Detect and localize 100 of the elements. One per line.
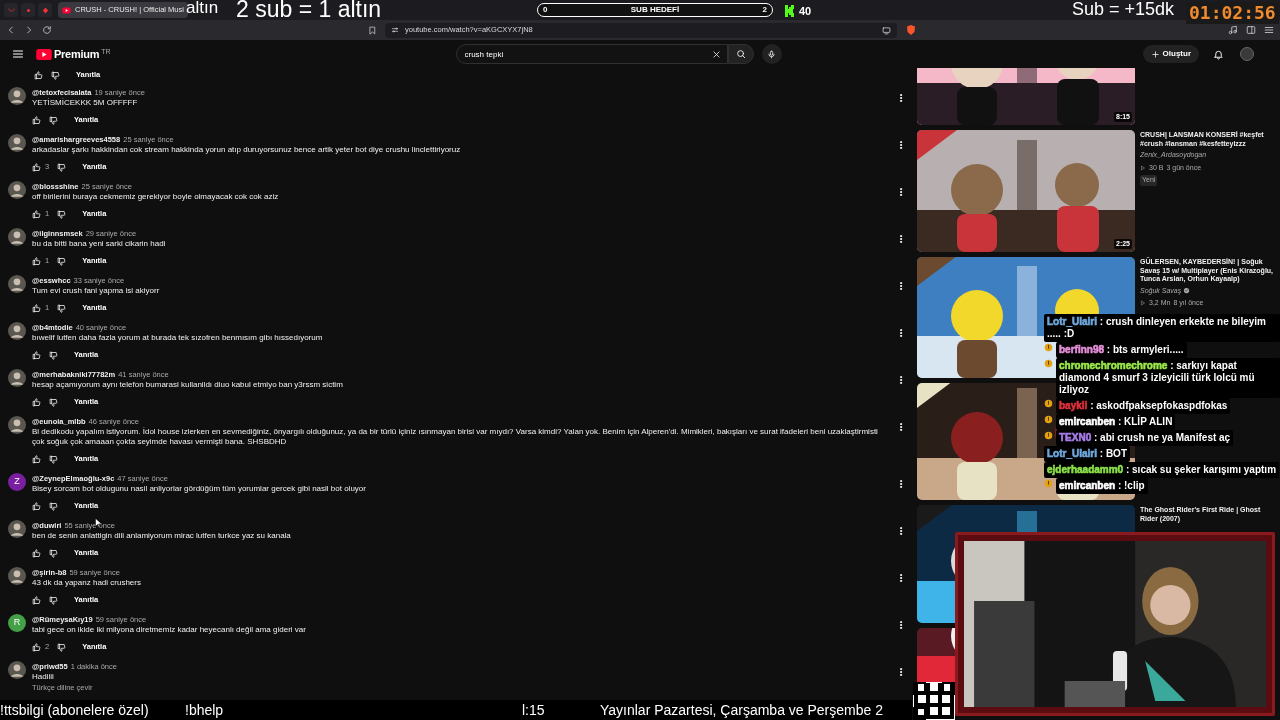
avatar [8, 661, 26, 679]
dislike-icon[interactable] [49, 548, 58, 558]
sidebar-icon[interactable] [1246, 25, 1256, 35]
dislike-icon[interactable] [51, 70, 60, 80]
cast-icon[interactable] [882, 25, 891, 35]
comment-text: hesap açamıyorum aynı telefon bumarasi kullanildı diuo kabul etmiyo ban y3rssm sictim [32, 380, 344, 390]
comment-text: bıwelif lutfen daha fazla yorum at burada tek sızofren benmısım gibı hıssedıyorum [32, 333, 324, 343]
avatar [8, 567, 26, 585]
dislike-icon[interactable] [49, 397, 58, 407]
chat-message: berfinn98 : bts armyleri..... [1056, 342, 1187, 358]
comment-text: Bisey sorcam bot oldugunu nasil anliyorlar gördüğüm tüm yorumlar gercek gibi nasil bot oluyor [32, 484, 367, 494]
goal-label: SUB HEDEFİ [630, 4, 680, 16]
plus-icon [1150, 49, 1160, 59]
search-icon [735, 49, 746, 59]
play-icon [1140, 164, 1146, 171]
dislike-icon[interactable] [57, 162, 67, 172]
comment-text: YETİSMİCEKKK 5M OFFFFF [32, 98, 139, 108]
account-avatar[interactable] [1240, 47, 1254, 61]
avatar [8, 228, 26, 246]
dislike-icon[interactable] [57, 303, 67, 313]
clear-icon[interactable] [711, 49, 721, 59]
shield-icon[interactable] [905, 24, 917, 36]
avatar [8, 134, 26, 152]
comment-text: Hadiiii [32, 672, 55, 682]
browser-tab[interactable] [38, 3, 52, 17]
comment-text: 43 dk da yapanz hadi crushers [32, 578, 142, 588]
browser-tab[interactable] [21, 3, 35, 17]
play-logo-icon [36, 48, 52, 60]
goal-start: 0 [543, 4, 548, 16]
like-icon[interactable] [32, 397, 41, 407]
like-icon[interactable] [32, 209, 41, 219]
ticker-text: l:15 [522, 700, 546, 720]
avatar [8, 416, 26, 434]
comment-text: arkadaslar şarkı hakkindan cok stream hakkinda yorun atıp duruyorsunuz bence artik yeter bot diye crushu linclettiriyoruz [32, 145, 462, 155]
dislike-icon[interactable] [57, 209, 67, 219]
like-icon[interactable] [32, 115, 41, 125]
chat-message: emircanben : KLİP ALIN [1056, 414, 1176, 430]
overlay-text: Sub = +15dk [1072, 0, 1175, 18]
ticker-text: !bhelp [185, 700, 225, 720]
dislike-icon[interactable] [49, 595, 58, 605]
chat-message: TEXN0 : abi crush ne ya Manifest aç [1056, 430, 1234, 446]
dislike-icon[interactable] [49, 501, 58, 511]
avatar [8, 275, 26, 293]
like-icon[interactable] [32, 303, 41, 313]
avatar [8, 520, 26, 538]
play-icon [1140, 300, 1146, 307]
avatar [8, 322, 26, 340]
back-icon[interactable] [6, 25, 16, 35]
menu-icon[interactable] [1264, 25, 1274, 35]
like-icon[interactable] [32, 256, 41, 266]
dislike-icon[interactable] [49, 454, 58, 464]
comment-text: Bi dedikodu yapalım istiyorum. İdol house izlerken en sevmediğiniz, önyargılı olduğunuz, ya da bir türlü içiniz ısınmayan birisi var mıydı? Varsa kimdi? Yalan yok. Benim için Alperen'di. Mimikleri, bakışları ve surat ifadeleri beni uzaklaştirmisti çok soğuk çok amaaan çokta seyimde havası vermişti bana. SHSBDHD [32, 427, 879, 447]
chat-message: chromechromechrome : sarkıyı kapat diamond 4 smurf 3 izleyicili türk lolcü mü izliyoz [1056, 358, 1280, 398]
forward-icon[interactable] [24, 25, 34, 35]
kick-logo-icon [785, 5, 795, 18]
like-icon[interactable] [32, 501, 41, 511]
like-icon[interactable] [32, 548, 41, 558]
dislike-icon[interactable] [57, 256, 67, 266]
chat-message: Lotr_Ulairi : crush dinleyen erkekte ne bileyim ..... :D [1044, 314, 1280, 342]
dislike-icon[interactable] [49, 115, 58, 125]
menu-icon[interactable] [12, 48, 24, 60]
bookmark-icon[interactable] [368, 25, 377, 35]
youtube-favicon-icon [62, 6, 71, 14]
dislike-icon[interactable] [57, 642, 67, 652]
notifications-icon[interactable] [1213, 48, 1224, 60]
avatar [8, 369, 26, 387]
ticker-text: !ttsbilgi (abonelere özel) [0, 700, 150, 720]
search-button[interactable] [727, 44, 754, 64]
search-box[interactable]: crush tepki [455, 44, 728, 64]
chat-message: Lotr_Ulairi : BOT [1044, 446, 1130, 462]
like-icon[interactable] [32, 454, 41, 464]
like-icon[interactable] [32, 350, 41, 360]
music-icon[interactable] [1228, 25, 1238, 35]
comment-text: tabi gece on ikide iki milyona diretmemiz kadar heyecanlı değil ama gideri var [32, 625, 307, 635]
reload-icon[interactable] [42, 25, 52, 35]
comment-text: Tum evi crush fani yapma isi akiyorr [32, 286, 161, 296]
ticker-text: Yayınlar Pazartesi, Çarşamba ve Perşembe 2 [600, 700, 884, 720]
comment-text: off birilerini buraya cekmemiz gerekiyor boyle olmayacak cok cok aziz [32, 192, 280, 202]
voice-search-button[interactable] [761, 44, 782, 64]
like-icon[interactable] [32, 642, 41, 652]
avatar: Z [8, 473, 26, 491]
overlay-text: 2 sub = 1 altın [236, 0, 382, 21]
avatar [8, 87, 26, 105]
create-button[interactable]: Oluştur [1142, 45, 1199, 63]
avatar: R [8, 614, 26, 632]
avatar [8, 181, 26, 199]
site-settings-icon[interactable] [391, 26, 399, 34]
viewer-count: 40 [799, 4, 812, 19]
comment-text: bu da bitti bana yeni sarki cikarin hadi [32, 239, 167, 249]
chat-message: emircanben : !clip [1056, 478, 1148, 494]
dislike-icon[interactable] [49, 350, 58, 360]
chat-message: ejderhaadamm0 : sıcak su şeker karışımı yaptım [1044, 462, 1280, 478]
goal-target: 2 [762, 4, 767, 16]
like-icon[interactable] [32, 595, 41, 605]
countdown-timer: 01:02:56 [1186, 2, 1279, 24]
comment-text: ben de senin anlattigin dili anlamiyorum mirac lutfen turkce yaz su kanala [32, 531, 292, 541]
like-icon[interactable] [32, 162, 41, 172]
search-field[interactable]: crush tepki [464, 45, 712, 63]
like-icon[interactable] [34, 70, 43, 80]
mic-icon [767, 49, 776, 59]
